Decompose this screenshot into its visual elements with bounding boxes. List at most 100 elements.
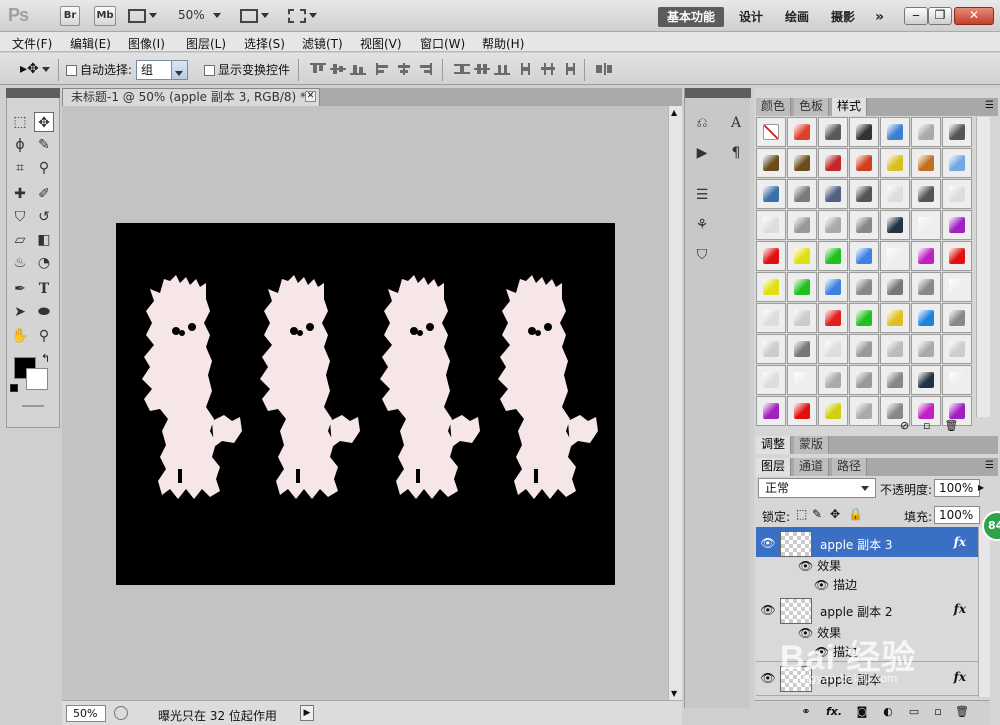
tab-paths[interactable]: 路径: [832, 458, 868, 476]
shape-tool-icon[interactable]: ⬬: [34, 302, 54, 322]
style-swatch[interactable]: [756, 241, 786, 271]
marquee-tool-icon[interactable]: ⬚: [10, 112, 30, 132]
style-swatch[interactable]: [880, 117, 910, 147]
more-workspaces-button[interactable]: »: [866, 7, 893, 27]
style-swatch[interactable]: [911, 117, 941, 147]
scroll-down-icon[interactable]: ▼: [671, 689, 677, 698]
arrange-documents-button[interactable]: [240, 8, 269, 23]
blend-mode-select[interactable]: 正常: [758, 478, 876, 498]
tool-presets-icon[interactable]: ☰: [691, 184, 713, 206]
move-tool-icon[interactable]: ✥: [34, 112, 54, 132]
history-brush-tool-icon[interactable]: ↺: [34, 207, 54, 227]
scroll-up-icon[interactable]: ▲: [671, 108, 677, 117]
style-swatch[interactable]: [911, 179, 941, 209]
style-swatch[interactable]: [942, 117, 972, 147]
style-swatch[interactable]: [911, 303, 941, 333]
tools-panel-header[interactable]: [6, 88, 60, 98]
menu-view[interactable]: 视图(V): [360, 35, 402, 52]
style-swatch[interactable]: [911, 241, 941, 271]
panel-menu-icon[interactable]: ☰: [985, 100, 994, 111]
style-swatch[interactable]: [756, 272, 786, 302]
paragraph-panel-icon[interactable]: ¶: [725, 142, 747, 164]
delete-style-icon[interactable]: 🗑: [944, 419, 958, 432]
style-swatch[interactable]: [880, 210, 910, 240]
history-panel-icon[interactable]: ⎌: [691, 112, 713, 134]
style-swatch[interactable]: [756, 396, 786, 426]
style-swatch[interactable]: [818, 241, 848, 271]
style-swatch[interactable]: [818, 148, 848, 178]
style-swatch[interactable]: [880, 272, 910, 302]
hand-tool-icon[interactable]: ✋: [10, 326, 30, 346]
tab-masks[interactable]: 蒙版: [794, 436, 830, 454]
lasso-tool-icon[interactable]: ϕ: [10, 135, 30, 155]
show-transform-option[interactable]: 显示变换控件: [204, 61, 290, 78]
lock-position-icon[interactable]: ✥: [830, 507, 840, 521]
style-swatch[interactable]: [942, 148, 972, 178]
style-swatch[interactable]: [787, 365, 817, 395]
stroke-eye-icon[interactable]: 👁: [814, 578, 833, 592]
align-top-icon[interactable]: [310, 63, 326, 75]
restore-button[interactable]: ❐: [928, 7, 952, 25]
lock-all-icon[interactable]: 🔒: [848, 507, 863, 521]
menu-edit[interactable]: 编辑(E): [70, 35, 111, 52]
auto-select-target-select[interactable]: 组: [136, 60, 188, 80]
style-swatch[interactable]: [911, 210, 941, 240]
style-swatch[interactable]: [911, 272, 941, 302]
layers-scrollbar[interactable]: [978, 527, 990, 697]
clone-source-icon[interactable]: ⛉: [691, 244, 713, 266]
workspace-photography[interactable]: 摄影: [822, 7, 864, 27]
actions-panel-icon[interactable]: ▶: [691, 142, 713, 164]
style-swatch[interactable]: [756, 303, 786, 333]
style-swatch[interactable]: [787, 210, 817, 240]
quick-selection-tool-icon[interactable]: ✎: [34, 135, 54, 155]
tab-styles[interactable]: 样式: [832, 98, 868, 116]
style-swatch[interactable]: [787, 148, 817, 178]
style-swatch[interactable]: [818, 179, 848, 209]
path-selection-tool-icon[interactable]: ➤: [10, 302, 30, 322]
dock-header[interactable]: [685, 88, 751, 98]
healing-brush-tool-icon[interactable]: ✚: [10, 184, 30, 204]
layer-effects-icon[interactable]: fx: [954, 670, 966, 684]
distribute-hcenter-icon[interactable]: [540, 63, 556, 75]
default-colors-icon[interactable]: [10, 384, 18, 392]
style-swatch[interactable]: [849, 210, 879, 240]
auto-select-checkbox[interactable]: [66, 65, 77, 76]
style-swatch[interactable]: [849, 148, 879, 178]
style-swatch[interactable]: [787, 241, 817, 271]
document-vertical-scrollbar[interactable]: ▲ ▼: [668, 106, 682, 700]
style-swatch[interactable]: [849, 241, 879, 271]
style-swatch[interactable]: [818, 365, 848, 395]
gradient-tool-icon[interactable]: ◧: [34, 230, 54, 250]
style-swatch[interactable]: [849, 365, 879, 395]
show-transform-checkbox[interactable]: [204, 65, 215, 76]
zoom-level-select[interactable]: 50%: [178, 8, 221, 22]
tab-color[interactable]: 颜色: [756, 98, 792, 116]
mini-bridge-button[interactable]: Mb: [94, 6, 116, 26]
dodge-tool-icon[interactable]: ◔: [34, 253, 54, 273]
workspace-essentials[interactable]: 基本功能: [658, 7, 725, 27]
style-swatch[interactable]: [756, 365, 786, 395]
visibility-eye-icon[interactable]: 👁: [760, 603, 776, 617]
close-button[interactable]: ✕: [954, 7, 994, 25]
visibility-eye-icon[interactable]: 👁: [760, 671, 776, 685]
lock-image-icon[interactable]: ✎: [812, 507, 822, 521]
stroke-effect-row[interactable]: 👁 描边: [756, 576, 978, 595]
tab-swatches[interactable]: 色板: [794, 98, 830, 116]
align-hcenter-icon[interactable]: [396, 63, 412, 75]
style-swatch[interactable]: [818, 117, 848, 147]
style-swatch[interactable]: [787, 334, 817, 364]
style-swatch[interactable]: [942, 365, 972, 395]
styles-scrollbar[interactable]: [976, 117, 990, 417]
distribute-left-icon[interactable]: [520, 63, 536, 75]
workspace-painting[interactable]: 绘画: [776, 7, 818, 27]
style-swatch[interactable]: [911, 334, 941, 364]
link-layers-icon[interactable]: ⚭: [798, 704, 814, 720]
layer-effects-row[interactable]: 👁 效果: [756, 557, 978, 576]
tab-layers[interactable]: 图层: [756, 458, 792, 476]
effects-eye-icon[interactable]: 👁: [798, 559, 817, 573]
type-tool-icon[interactable]: T: [34, 279, 54, 299]
brush-tool-icon[interactable]: ✐: [34, 184, 54, 204]
delete-layer-icon[interactable]: 🗑: [954, 704, 970, 720]
style-swatch[interactable]: [880, 334, 910, 364]
swap-colors-icon[interactable]: ↰: [41, 352, 50, 365]
